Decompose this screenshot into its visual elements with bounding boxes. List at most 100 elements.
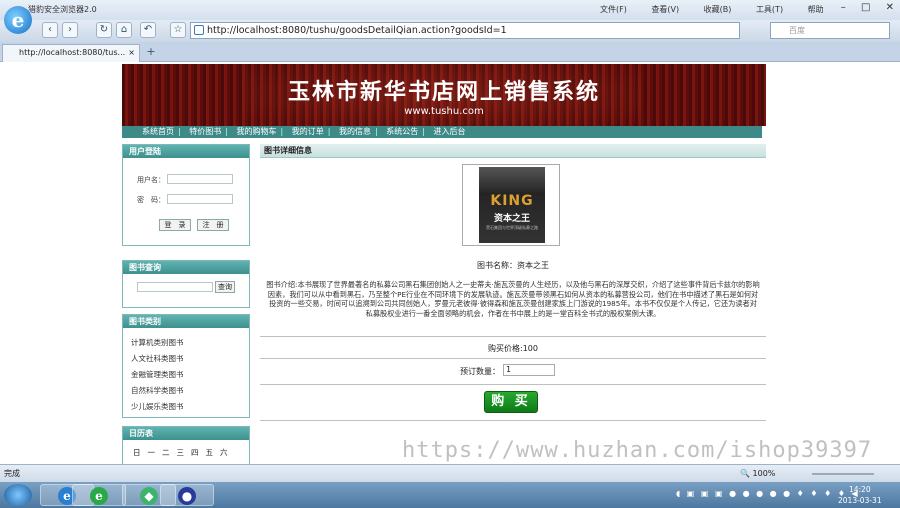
login-button[interactable]: 登 录 (159, 219, 191, 231)
nav-specials[interactable]: 特价图书 (189, 127, 221, 136)
tab-close-icon[interactable]: × (128, 45, 135, 61)
maximize-icon[interactable]: □ (861, 2, 870, 13)
category-item[interactable]: 少儿娱乐类图书 (131, 401, 184, 412)
search-box: 图书查询 查询 (122, 260, 250, 308)
watermark: https://www.huzhan.com/ishop39397 (402, 438, 873, 463)
login-box: 用户登陆 用户名： 密 码： 登 录 注 册 (122, 144, 250, 246)
cover-word: KING (490, 193, 534, 209)
menu-favorites[interactable]: 收藏(B) (704, 5, 732, 14)
nav-orders[interactable]: 我的订单 (292, 127, 324, 136)
menu-bar: 文件(F) 查看(V) 收藏(B) 工具(T) 帮助 (600, 4, 846, 15)
cover-subtitle: 资本之王 (493, 214, 530, 224)
close-icon[interactable]: ✕ (886, 2, 894, 13)
address-bar[interactable]: http://localhost:8080/tushu/goodsDetailQ… (190, 22, 740, 39)
browser-toolbar: ‹ › ↻ ⌂ ↶ ☆ http://localhost:8080/tushu/… (0, 20, 900, 42)
menu-tools[interactable]: 工具(T) (756, 5, 783, 14)
zoom-level[interactable]: 🔍 100% (740, 465, 775, 482)
undo-icon[interactable]: ↶ (140, 22, 156, 38)
weekday: 四 (191, 448, 199, 457)
menu-file[interactable]: 文件(F) (600, 5, 627, 14)
status-text: 完成 (4, 469, 20, 478)
site-banner: 玉林市新华书店网上销售系统 www.tushu.com (122, 64, 766, 126)
address-text: http://localhost:8080/tushu/goodsDetailQ… (207, 25, 507, 36)
weekday: 三 (176, 448, 185, 457)
book-cover-image: KING 资本之王 黑石集团与世界顶级私募之路 (479, 167, 545, 243)
browser-logo-icon: e (4, 6, 32, 34)
refresh-icon[interactable]: ↻ (96, 22, 112, 38)
windows-taskbar: e e ◆ ● ◖ ▣ ▣ ▣ ● ● ● ● ● ♦ ♦ ♦ ♦ ◀ 14:2… (0, 482, 900, 508)
divider (260, 358, 766, 359)
weekday: 六 (220, 448, 228, 457)
tab-label: http://localhost:8080/tus... (19, 48, 126, 57)
forward-icon[interactable]: › (62, 22, 78, 38)
taskbar-app4[interactable]: ● (160, 484, 214, 506)
category-item[interactable]: 计算机类别图书 (131, 337, 184, 348)
new-tab-icon[interactable]: + (143, 45, 159, 60)
weekday: 五 (205, 448, 214, 457)
browser-titlebar: 猎豹安全浏览器2.0 文件(F) 查看(V) 收藏(B) 工具(T) 帮助 – … (0, 0, 900, 20)
category-item[interactable]: 自然科学类图书 (131, 385, 184, 396)
buy-button[interactable]: 购 买 (484, 391, 538, 413)
login-head: 用户登陆 (123, 145, 249, 158)
zoom-value: 100% (752, 469, 776, 478)
menu-view[interactable]: 查看(V) (651, 5, 679, 14)
start-button-icon[interactable] (4, 484, 32, 506)
book-price: 购买价格:100 (488, 344, 538, 353)
home-icon[interactable]: ⌂ (116, 22, 132, 38)
system-tray: ◖ ▣ ▣ ▣ ● ● ● ● ● ♦ ♦ ♦ ♦ ◀ (676, 489, 860, 498)
favorite-star-icon[interactable]: ☆ (170, 22, 186, 38)
search-head: 图书查询 (123, 261, 249, 274)
quantity-input[interactable]: 1 (503, 364, 555, 376)
divider (260, 336, 766, 337)
system-clock[interactable]: 14:20 2013-03-31 (838, 484, 882, 506)
menu-help[interactable]: 帮助 (808, 5, 824, 14)
app-icon: ● (178, 487, 196, 505)
browser-icon: e (90, 487, 108, 505)
password-input[interactable] (167, 194, 233, 204)
quantity-label: 预订数量： (460, 367, 500, 376)
site-url: www.tushu.com (404, 106, 484, 117)
page-viewport: 玉林市新华书店网上销售系统 www.tushu.com 系统首页 | 特价图书 | … (0, 62, 900, 464)
register-button[interactable]: 注 册 (197, 219, 229, 231)
clock-time: 14:20 (848, 485, 871, 494)
nav-notices[interactable]: 系统公告 (386, 127, 418, 136)
bookstore-site: 玉林市新华书店网上销售系统 www.tushu.com 系统首页 | 特价图书 | … (122, 62, 766, 464)
calendar-box: 日历表 日一二三四五六 (122, 426, 250, 464)
book-search-input[interactable] (137, 282, 213, 292)
clock-date: 2013-03-31 (838, 496, 882, 505)
calendar-weekdays: 日一二三四五六 (133, 447, 235, 458)
site-title: 玉林市新华书店网上销售系统 (287, 80, 600, 105)
divider (260, 420, 766, 421)
password-label: 密 码： (137, 196, 165, 204)
window-title: 猎豹安全浏览器2.0 (28, 5, 97, 14)
nav-profile[interactable]: 我的信息 (339, 127, 371, 136)
taskbar-browser[interactable]: e (72, 484, 126, 506)
app-icon: ◆ (140, 487, 158, 505)
browser-search-input[interactable]: 百度 (770, 22, 890, 39)
back-icon[interactable]: ‹ (42, 22, 58, 38)
status-bar: 完成 🔍 100% (0, 464, 900, 482)
divider (260, 384, 766, 385)
book-search-button[interactable]: 查询 (215, 281, 235, 293)
weekday: 一 (147, 448, 156, 457)
nav-home[interactable]: 系统首页 (142, 127, 174, 136)
nav-cart[interactable]: 我的购物车 (237, 127, 277, 136)
window-controls: – □ ✕ (829, 2, 894, 13)
site-nav: 系统首页 | 特价图书 | 我的购物车 | 我的订单 | 我的信息 | 系统公告 | 进入后… (122, 126, 762, 138)
weekday: 日 (133, 448, 141, 457)
book-name: 图书名称：资本之王 (477, 261, 549, 270)
nav-admin[interactable]: 进入后台 (434, 127, 466, 136)
username-input[interactable] (167, 174, 233, 184)
book-description: 图书介绍:本书展现了世界最著名的私募公司黑石集团创始人之一史蒂夫·施瓦茨曼的人生… (266, 280, 760, 318)
zoom-slider[interactable] (812, 473, 874, 475)
minimize-icon[interactable]: – (841, 2, 846, 13)
detail-head: 图书详细信息 (260, 144, 766, 158)
tab-current[interactable]: http://localhost:8080/tus... × (2, 44, 140, 62)
page-icon (194, 25, 204, 35)
weekday: 二 (162, 448, 170, 457)
book-detail: 图书详细信息 KING 资本之王 黑石集团与世界顶级私募之路 图书名称：资本之王… (260, 144, 766, 464)
category-item[interactable]: 人文社科类图书 (131, 353, 184, 364)
username-label: 用户名： (137, 176, 165, 184)
category-head: 图书类别 (123, 315, 249, 328)
category-item[interactable]: 金融管理类图书 (131, 369, 184, 380)
